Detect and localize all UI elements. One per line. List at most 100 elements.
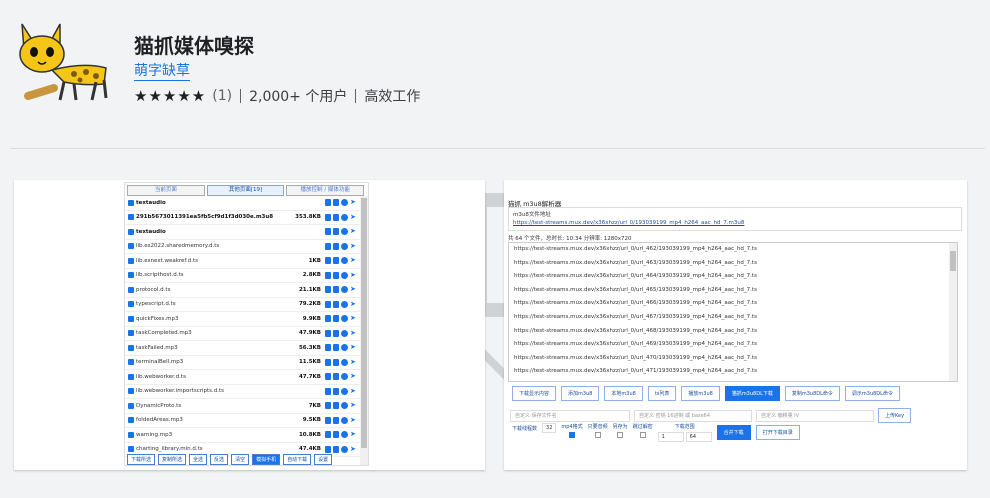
play-icon[interactable] — [341, 344, 348, 352]
resource-row[interactable]: protocol.d.ts 21.1KB ➤ — [125, 283, 368, 298]
resource-row[interactable]: foldedAreas.mp3 9.5KB ➤ — [125, 414, 368, 428]
save-as-checkbox[interactable] — [617, 432, 624, 438]
copy-icon[interactable] — [325, 257, 331, 265]
download-selected-button[interactable]: 下载所选 — [127, 454, 156, 465]
screenshot-card-2[interactable]: 猫抓 m3u8解析器 m3u8文件地址 https://test-streams… — [504, 180, 967, 470]
resource-row[interactable]: textaudio ➤ — [125, 225, 368, 240]
checkbox-icon[interactable] — [128, 214, 134, 221]
send-icon[interactable]: ➤ — [350, 213, 356, 221]
play-icon[interactable] — [341, 315, 348, 323]
play-icon[interactable] — [341, 213, 348, 221]
download-icon[interactable] — [333, 402, 339, 410]
add-m3u8-button[interactable]: 添加m3u8 — [561, 386, 600, 401]
copy-icon[interactable] — [325, 199, 331, 207]
download-icon[interactable] — [333, 387, 339, 395]
resource-row[interactable]: lib.webworker.d.ts 47.7KB ➤ — [125, 370, 368, 385]
send-icon[interactable]: ➤ — [350, 402, 356, 409]
download-icon[interactable] — [333, 373, 339, 381]
copy-icon[interactable] — [325, 373, 331, 381]
send-icon[interactable]: ➤ — [350, 373, 356, 380]
ts-list-button[interactable]: ts列表 — [647, 386, 677, 401]
send-icon[interactable]: ➤ — [350, 228, 356, 235]
download-icon[interactable] — [333, 199, 339, 207]
checkbox-icon[interactable] — [128, 402, 134, 409]
send-icon[interactable]: ➤ — [350, 387, 356, 395]
play-icon[interactable] — [341, 228, 348, 236]
copy-icon[interactable] — [325, 315, 331, 323]
play-icon[interactable] — [341, 416, 348, 424]
play-icon[interactable] — [341, 300, 348, 308]
audio-only-checkbox[interactable] — [594, 432, 601, 438]
resource-row[interactable]: warning.mp3 10.8KB ➤ — [125, 428, 368, 443]
copy-m3u8dl-command-button[interactable]: 复制m3u8DL命令 — [784, 386, 840, 401]
send-icon[interactable]: ➤ — [350, 358, 356, 366]
checkbox-icon[interactable] — [128, 446, 134, 453]
download-icon[interactable] — [333, 358, 339, 366]
download-icon[interactable] — [333, 228, 339, 236]
play-icon[interactable] — [341, 431, 348, 439]
popup-scrollbar[interactable] — [360, 196, 368, 465]
screenshot-card-1[interactable]: 当前页面 其他页面[19] 播放控制 / 媒体功能 textaudio ➤ 291b… — [14, 180, 485, 470]
upload-key-button[interactable]: 上传Key — [878, 408, 912, 423]
resource-row[interactable]: textaudio ➤ — [125, 196, 368, 211]
send-icon[interactable]: ➤ — [350, 242, 356, 250]
local-m3u8-button[interactable]: 本地m3u8 — [604, 386, 643, 401]
debug-m3u8dl-command-button[interactable]: 调示m3u8DL命令 — [844, 386, 900, 401]
resource-row[interactable]: lib.webworker.importscripts.d.ts ➤ — [125, 385, 368, 399]
rating-count[interactable]: (1) — [212, 88, 232, 104]
send-icon[interactable]: ➤ — [350, 257, 356, 264]
m3u8dl-download-button[interactable]: 猫抓m3u8DL下载 — [724, 386, 780, 401]
range-start-input[interactable]: 1 — [657, 432, 684, 442]
option-skip-decrypt[interactable]: 跳过解密 — [633, 423, 653, 438]
play-m3u8-button[interactable]: 播放m3u8 — [681, 386, 720, 401]
copy-icon[interactable] — [325, 344, 331, 352]
play-icon[interactable] — [341, 199, 348, 207]
tab-current-page[interactable]: 当前页面 — [127, 185, 205, 196]
copy-icon[interactable] — [325, 329, 331, 337]
ts-list[interactable]: https://test-streams.mux.dev/x36xhzz/url… — [508, 242, 958, 382]
resource-row[interactable]: 291b5673011391ea5fb5cf9d1f3d030e.m3u8 353… — [125, 211, 368, 225]
copy-icon[interactable] — [325, 300, 331, 308]
copy-icon[interactable] — [325, 286, 331, 294]
play-icon[interactable] — [341, 387, 348, 395]
copy-icon[interactable] — [325, 271, 331, 279]
send-icon[interactable]: ➤ — [350, 271, 356, 279]
play-icon[interactable] — [341, 358, 348, 366]
tab-playback-control[interactable]: 播放控制 / 媒体功能 — [286, 185, 365, 196]
send-icon[interactable]: ➤ — [350, 344, 356, 351]
copy-icon[interactable] — [325, 445, 331, 453]
tab-other-pages[interactable]: 其他页面[19] — [206, 185, 285, 196]
copy-icon[interactable] — [325, 416, 331, 424]
play-icon[interactable] — [341, 286, 348, 294]
download-icon[interactable] — [333, 315, 339, 323]
download-icon[interactable] — [333, 300, 339, 308]
resource-row[interactable]: lib.es2022.sharedmemory.d.ts ➤ — [125, 240, 368, 254]
download-icon[interactable] — [333, 271, 339, 279]
download-icon[interactable] — [333, 416, 339, 424]
settings-button[interactable]: 设置 — [314, 454, 333, 465]
copy-icon[interactable] — [325, 431, 331, 439]
play-icon[interactable] — [341, 257, 348, 265]
resource-row[interactable]: taskCompleted.mp3 47.9KB ➤ — [125, 327, 368, 341]
skip-decrypt-checkbox[interactable] — [639, 432, 646, 438]
option-audio-only[interactable]: 只要音频 — [588, 423, 608, 438]
resource-row[interactable]: typescript.d.ts 79.2KB ➤ — [125, 298, 368, 312]
checkbox-icon[interactable] — [128, 257, 134, 264]
download-icon[interactable] — [333, 286, 339, 294]
send-icon[interactable]: ➤ — [350, 199, 356, 206]
download-icon[interactable] — [333, 213, 339, 221]
copy-icon[interactable] — [325, 387, 331, 395]
m3u8-url-link[interactable]: https://test-streams.mux.dev/x36xhzz/url… — [513, 220, 957, 226]
thread-count-input[interactable]: 32 — [542, 423, 557, 433]
resource-row[interactable]: taskFailed.mp3 56.3KB ➤ — [125, 341, 368, 356]
copy-icon[interactable] — [325, 228, 331, 236]
play-icon[interactable] — [341, 445, 348, 453]
checkbox-icon[interactable] — [128, 344, 134, 351]
copy-selected-button[interactable]: 复制所选 — [158, 454, 187, 465]
open-download-dir-button[interactable]: 打开下载目录 — [755, 425, 800, 440]
send-icon[interactable]: ➤ — [350, 329, 356, 337]
copy-icon[interactable] — [325, 242, 331, 250]
resource-row[interactable]: DynamicProto.ts 7KB ➤ — [125, 399, 368, 414]
iv-input[interactable]: 自定义 偏移量 IV — [756, 409, 874, 422]
range-end-input[interactable]: 64 — [685, 432, 712, 442]
